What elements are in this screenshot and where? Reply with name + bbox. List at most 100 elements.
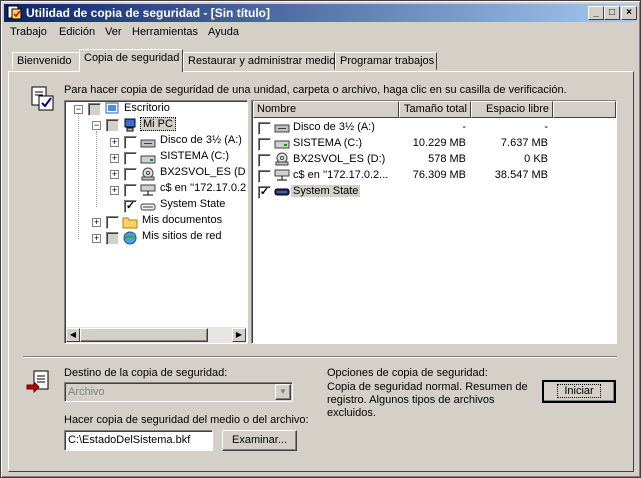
expand-mis-documentos[interactable]: + [92,218,101,227]
tree-label-sistema[interactable]: SISTEMA (C:) [160,150,229,162]
title-bar[interactable]: Utilidad de copia de seguridad - [Sin tí… [4,4,637,22]
backup-utility-window: Utilidad de copia de seguridad - [Sin tí… [0,0,641,478]
tab-restaurar[interactable]: Restaurar y administrar medios [183,52,341,70]
chevron-down-icon: ▼ [279,387,287,396]
list-checkbox-sistema[interactable] [258,138,271,151]
checkbox-mis-sitios-de-red[interactable] [106,232,119,245]
scroll-right-button[interactable]: ▶ [232,328,246,342]
column-header-nombre[interactable]: Nombre [253,101,399,118]
list-checkbox-network-drive[interactable] [258,170,271,183]
instruction-text: Para hacer copia de seguridad de una uni… [64,84,567,96]
checkbox-sistema[interactable] [124,152,137,165]
tree-label-network-drive[interactable]: c$ en ''172.17.0.2 [160,182,246,194]
list-item-free: 0 KB [524,153,548,165]
destination-value: Archivo [68,386,105,398]
list-item-name[interactable]: System State [291,185,361,197]
checkbox-bx2svol[interactable] [124,168,137,181]
column-header-empty [553,101,616,118]
folder-tree-view[interactable]: − Escritorio − Mi PC + Disco de 3½ (A:) … [64,100,248,344]
maximize-icon: □ [608,7,616,18]
tree-label-escritorio[interactable]: Escritorio [124,102,170,114]
start-button[interactable]: Iniciar [542,380,616,403]
expand-sistema[interactable]: + [110,154,119,163]
tab-programar[interactable]: Programar trabajos [335,52,437,70]
list-item-name[interactable]: BX2SVOL_ES (D:) [293,153,385,165]
window-title: Utilidad de copia de seguridad - [Sin tí… [26,6,271,20]
close-button[interactable]: × [621,6,637,20]
expand-mis-sitios-de-red[interactable]: + [92,234,101,243]
media-label: Hacer copia de seguridad del medio o del… [64,414,309,426]
hard-drive-icon [274,140,290,149]
browse-button[interactable]: Examinar... [222,430,297,451]
backup-app-icon [7,5,22,20]
tab-copia-de-seguridad[interactable]: Copia de seguridad [79,49,183,72]
cd-drive-icon [141,167,155,181]
tab-bienvenido[interactable]: Bienvenido [12,52,80,70]
list-item-total: - [462,121,466,133]
maximize-button[interactable]: □ [604,6,620,20]
tree-label-mi-pc[interactable]: Mi PC [140,117,176,131]
checkbox-system-state[interactable]: ✓ [124,200,137,213]
start-button-label: Iniciar [557,384,601,398]
network-drive-icon [140,184,156,196]
menu-ayuda[interactable]: Ayuda [208,26,239,38]
items-list-view[interactable]: Nombre Tamaño total Espacio libre Disco … [251,100,617,344]
media-path-value: C:\EstadoDelSistema.bkf [68,434,191,446]
network-drive-icon [274,169,290,181]
minimize-button[interactable]: _ [588,6,604,20]
checkbox-disco-a[interactable] [124,136,137,149]
column-header-espacio-libre[interactable]: Espacio libre [471,101,553,118]
options-description: Copia de seguridad normal. Resumen de re… [327,381,528,419]
scroll-thumb[interactable] [80,328,208,342]
backup-tab-panel: Para hacer copia de seguridad de una uni… [8,71,634,472]
tree-label-mis-documentos[interactable]: Mis documentos [142,214,222,226]
scroll-left-button[interactable]: ◀ [66,328,80,342]
list-item-total: 76.309 MB [412,169,466,181]
menu-edicion[interactable]: Edición [59,26,95,38]
media-path-input[interactable]: C:\EstadoDelSistema.bkf [64,430,213,451]
list-item-name[interactable]: SISTEMA (C:) [293,137,362,149]
destination-label: Destino de la copia de seguridad: [64,367,228,379]
menu-bar: Trabajo Edición Ver Herramientas Ayuda [4,23,637,41]
cd-drive-icon [275,152,289,166]
expand-bx2svol[interactable]: + [110,170,119,179]
checkbox-escritorio[interactable] [88,103,101,116]
list-item-name[interactable]: c$ en ''172.17.0.2... [293,169,388,181]
floppy-drive-icon [274,124,290,133]
tree-label-system-state[interactable]: System State [160,198,225,210]
hard-drive-icon [140,155,156,164]
arrow-right-icon: ▶ [235,330,243,339]
menu-herramientas[interactable]: Herramientas [132,26,198,38]
collapse-mi-pc[interactable]: − [92,121,101,130]
desktop-icon [105,102,119,114]
destination-select[interactable]: Archivo ▼ [64,382,293,402]
floppy-drive-icon [140,139,156,148]
collapse-escritorio[interactable]: − [74,105,83,114]
tree-label-mis-sitios-de-red[interactable]: Mis sitios de red [142,230,221,242]
system-state-icon [140,203,156,211]
list-checkbox-disco-a[interactable] [258,122,271,135]
checkbox-network-drive[interactable] [124,184,137,197]
list-checkbox-system-state[interactable]: ✓ [258,186,271,199]
menu-ver[interactable]: Ver [105,26,122,38]
list-item-total: 10.229 MB [412,137,466,149]
minimize-icon: _ [593,7,599,18]
system-state-icon [274,188,290,196]
checkbox-mis-documentos[interactable] [106,216,119,229]
separator [23,356,617,358]
tree-label-bx2svol[interactable]: BX2SVOL_ES (D [160,166,246,178]
menu-trabajo[interactable]: Trabajo [10,26,47,38]
options-label: Opciones de copia de seguridad: [327,367,488,379]
list-item-name[interactable]: Disco de 3½ (A:) [293,121,375,133]
list-item-free: - [544,121,548,133]
dropdown-button[interactable]: ▼ [275,384,291,400]
backup-destination-icon [26,370,49,394]
backup-selection-icon [31,86,54,111]
expand-network-drive[interactable]: + [110,186,119,195]
list-checkbox-bx2svol[interactable] [258,154,271,167]
column-header-tamano-total[interactable]: Tamaño total [399,101,471,118]
checkbox-mi-pc[interactable] [106,119,119,132]
tree-horizontal-scrollbar[interactable]: ◀ ▶ [66,327,246,343]
expand-disco-a[interactable]: + [110,138,119,147]
tree-label-disco-a[interactable]: Disco de 3½ (A:) [160,134,242,146]
